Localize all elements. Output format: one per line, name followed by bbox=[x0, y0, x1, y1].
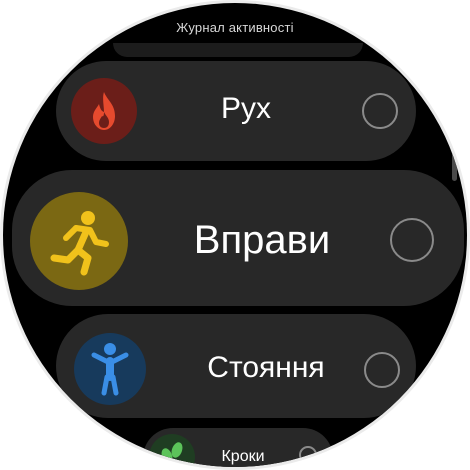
footsteps-icon bbox=[149, 434, 195, 467]
flame-icon bbox=[71, 78, 137, 144]
scrollbar-thumb[interactable] bbox=[452, 121, 457, 181]
checkbox-steps[interactable] bbox=[299, 446, 317, 464]
running-icon bbox=[30, 192, 128, 290]
list-item-stand[interactable]: Стояння bbox=[56, 314, 416, 418]
checkbox-exercise[interactable] bbox=[390, 218, 434, 262]
list-item-move[interactable]: Рух bbox=[56, 61, 416, 161]
list-item-steps[interactable]: Кроки bbox=[143, 428, 333, 467]
list-item-label: Рух bbox=[220, 92, 271, 125]
page-title: Журнал активності bbox=[176, 20, 294, 35]
list-item-exercise[interactable]: Вправи bbox=[12, 170, 464, 306]
standing-person-icon bbox=[74, 333, 146, 405]
list-item-label: Вправи bbox=[193, 218, 331, 262]
list-item-label: Кроки bbox=[221, 448, 265, 465]
list-item-label: Стояння bbox=[207, 351, 325, 384]
list-item-previous-edge bbox=[113, 43, 363, 57]
watch-screen: Журнал активності Рух Вправи Стояння Кро… bbox=[3, 3, 467, 467]
checkbox-move[interactable] bbox=[362, 93, 398, 129]
checkbox-stand[interactable] bbox=[364, 352, 400, 388]
